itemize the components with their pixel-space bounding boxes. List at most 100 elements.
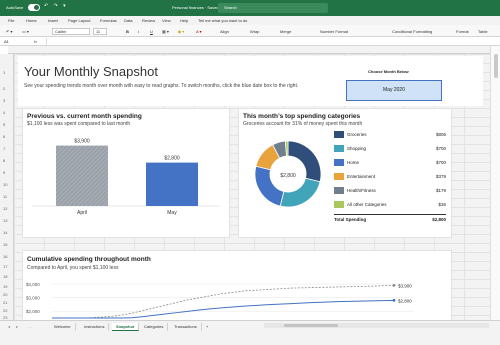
search-box[interactable]: Search [218, 3, 328, 13]
line-y-tick-label: $4,000 [26, 282, 40, 287]
row-number[interactable]: 12 [3, 206, 7, 211]
quick-access-toolbar[interactable]: ↶ ↷ ▾ [44, 3, 68, 9]
row-number[interactable]: 8 [3, 158, 5, 163]
formula-bar: A1 fx [0, 37, 500, 46]
row-number[interactable]: 22 [3, 308, 7, 313]
merge-button[interactable]: Merge [280, 29, 291, 34]
tab-instructions[interactable]: Instructions [80, 323, 110, 331]
total-amount: $2,800 [432, 217, 446, 222]
font-color-icon[interactable]: A ▾ [196, 29, 202, 34]
underline-button[interactable]: U [150, 29, 153, 34]
row-number[interactable]: 15 [3, 242, 7, 247]
bar-category-label: April [77, 210, 87, 216]
tab-welcome[interactable]: Welcome [50, 323, 76, 331]
page-title: Your Monthly Snapshot [24, 64, 158, 79]
scroll-thumb[interactable] [494, 54, 498, 78]
row-number[interactable]: 21 [3, 300, 7, 305]
row-number[interactable]: 6 [3, 134, 5, 139]
row-number[interactable]: 7 [3, 146, 5, 151]
row-number[interactable]: 19 [3, 284, 7, 289]
row-number[interactable]: 18 [3, 274, 7, 279]
row-number[interactable]: 1 [3, 70, 5, 75]
row-number[interactable]: 11 [3, 194, 7, 199]
menu-item-data[interactable]: Data [124, 18, 132, 23]
menu-bar: File Home Insert Page Layout Formulas Da… [0, 16, 500, 25]
menu-item-home[interactable]: Home [26, 18, 37, 23]
row-number[interactable]: 5 [3, 122, 5, 127]
vertical-scrollbar[interactable] [490, 46, 500, 320]
row-number[interactable]: 4 [3, 110, 5, 115]
month-selector[interactable]: May 2020 [346, 80, 442, 101]
paste-icon[interactable]: ▭ ▾ [22, 29, 29, 34]
tab-next-icon[interactable]: ▸ [16, 324, 18, 329]
autosave-toggle[interactable] [28, 4, 40, 11]
font-size-select[interactable]: 11 [93, 28, 107, 35]
category-amount: $36 [438, 202, 446, 207]
row-number[interactable]: 9 [3, 170, 5, 175]
menu-item-file[interactable]: File [8, 18, 14, 23]
column-header[interactable] [8, 46, 490, 54]
tab-snapshot[interactable]: Snapshot [112, 323, 140, 331]
category-label: Entertainment [347, 174, 376, 179]
category-label: Shopping [347, 146, 367, 151]
bar-april [56, 145, 108, 206]
italic-button[interactable]: I [138, 29, 139, 34]
bar-data-label: $2,800 [164, 156, 180, 162]
category-label: Health/Fitness [347, 188, 376, 193]
row-number[interactable]: 17 [3, 264, 7, 269]
line-end-marker [392, 283, 396, 287]
category-label: Home [347, 160, 360, 165]
total-label: Total Spending [334, 217, 367, 222]
fill-color-icon[interactable]: ◆ ▾ [178, 29, 184, 34]
autosave-label: AutoSave [6, 5, 24, 10]
row-number[interactable]: 2 [3, 86, 5, 91]
menu-item-help[interactable]: Help [180, 18, 188, 23]
undo-icon[interactable]: ↶ ▾ [6, 29, 12, 34]
row-number[interactable]: 10 [3, 182, 7, 187]
line-end-label: $2,800 [398, 298, 412, 303]
choose-month-label: Choose Month Below [368, 69, 409, 74]
row-number[interactable]: 13 [3, 218, 7, 223]
row-header[interactable]: 1 2 3 4 5 6 7 8 9 10 11 12 13 14 15 16 1… [0, 54, 14, 320]
tab-categories[interactable]: Categories [140, 323, 169, 331]
wrap-button[interactable]: Wrap [250, 29, 259, 34]
color-swatch [334, 131, 344, 138]
menu-item-review[interactable]: Review [142, 18, 155, 23]
line-series-may [52, 299, 395, 319]
row-number[interactable]: 14 [3, 230, 7, 235]
menu-item-insert[interactable]: Insert [48, 18, 58, 23]
formula-input[interactable] [46, 38, 486, 45]
name-box[interactable]: A1 [4, 39, 9, 44]
horizontal-scrollbar[interactable] [264, 323, 489, 328]
menu-item-page-layout[interactable]: Page Layout [68, 18, 90, 23]
tell-me-box[interactable]: Tell me what you want to do [198, 18, 247, 23]
line-end-label: $3,900 [398, 283, 412, 288]
tab-prev-icon[interactable]: ◂ [8, 324, 10, 329]
menu-item-formulas[interactable]: Formulas [100, 18, 117, 23]
menu-item-view[interactable]: View [162, 18, 171, 23]
category-label: All other Categories [347, 202, 387, 207]
total-row: Total Spending $2,800 [334, 214, 446, 224]
fx-icon[interactable]: fx [34, 39, 37, 44]
line-y-tick-label: $2,000 [26, 309, 40, 314]
tab-more-icon[interactable]: … [28, 324, 32, 329]
format-button[interactable]: Format [456, 29, 469, 34]
row-number[interactable]: 3 [3, 98, 5, 103]
add-sheet-button[interactable]: + [202, 323, 212, 331]
number-format-select[interactable]: Number Format [320, 29, 348, 34]
align-button[interactable]: Align [220, 29, 229, 34]
tab-transactions[interactable]: Transactions [170, 323, 202, 331]
row-number[interactable]: 20 [3, 292, 7, 297]
scroll-thumb[interactable] [284, 324, 338, 327]
color-swatch [334, 159, 344, 166]
status-bar [0, 331, 500, 345]
category-amount: $379 [435, 174, 446, 179]
row-number[interactable]: 16 [3, 254, 7, 259]
cumulative-subtitle: Compared to April, you spent $1,100 less [27, 265, 119, 271]
font-name-select[interactable]: Calibri [52, 28, 90, 35]
borders-icon[interactable]: ▦ ▾ [162, 29, 169, 34]
table-button[interactable]: Table [478, 29, 488, 34]
conditional-formatting-button[interactable]: Conditional Formatting [392, 29, 432, 34]
bold-button[interactable]: B [126, 29, 129, 34]
title-bar: AutoSave ↶ ↷ ▾ Personal finances · Saved… [0, 0, 500, 16]
